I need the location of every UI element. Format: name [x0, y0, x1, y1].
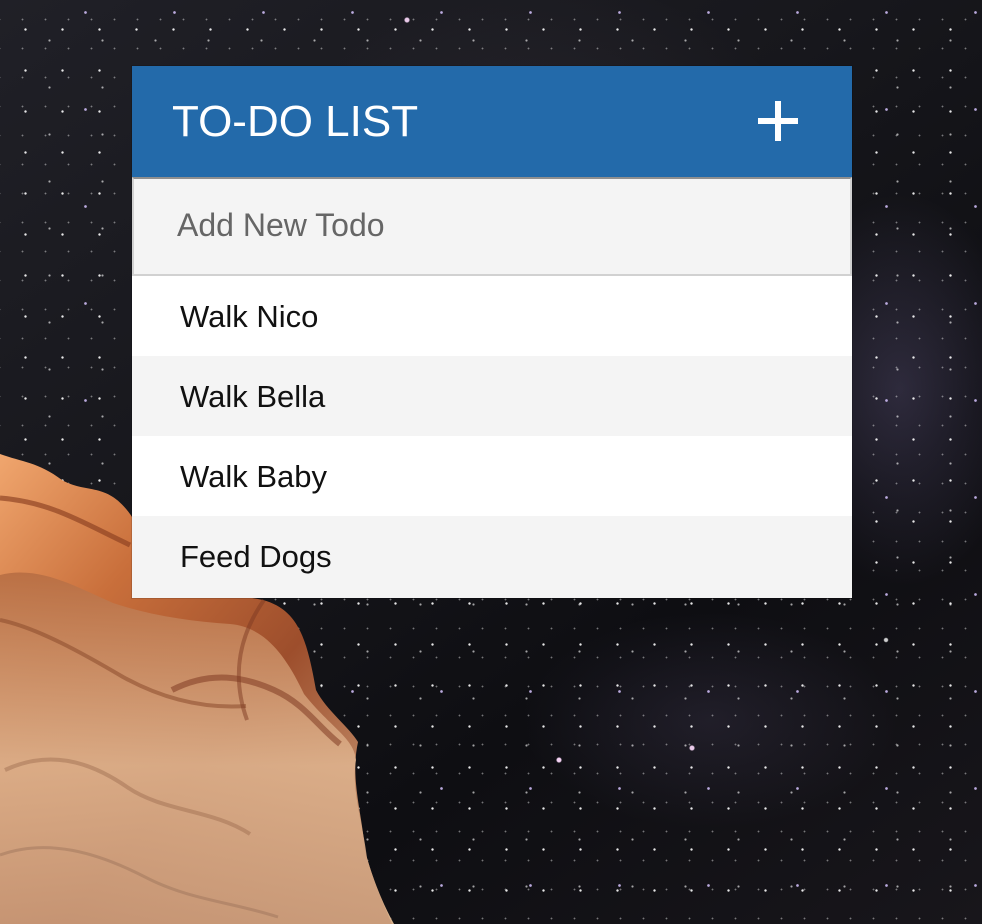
todo-item[interactable]: Walk Baby — [132, 436, 852, 516]
todo-list: Walk Nico Walk Bella Walk Baby Feed Dogs — [132, 276, 852, 596]
todo-item[interactable]: Walk Bella — [132, 356, 852, 436]
todo-item-text: Walk Bella — [180, 378, 326, 414]
todo-header: TO-DO LIST — [132, 66, 852, 177]
todo-item-text: Feed Dogs — [180, 538, 332, 574]
starry-background: TO-DO LIST Walk Nico Walk Bella Walk Bab… — [0, 0, 982, 924]
new-todo-input[interactable] — [132, 177, 852, 276]
page-title: TO-DO LIST — [172, 96, 419, 146]
add-todo-button[interactable] — [755, 98, 801, 144]
plus-icon — [758, 101, 798, 141]
todo-panel: TO-DO LIST Walk Nico Walk Bella Walk Bab… — [132, 66, 852, 598]
todo-item[interactable]: Feed Dogs — [132, 516, 852, 596]
todo-item-text: Walk Baby — [180, 458, 328, 494]
todo-item-text: Walk Nico — [180, 298, 319, 334]
todo-item[interactable]: Walk Nico — [132, 276, 852, 356]
